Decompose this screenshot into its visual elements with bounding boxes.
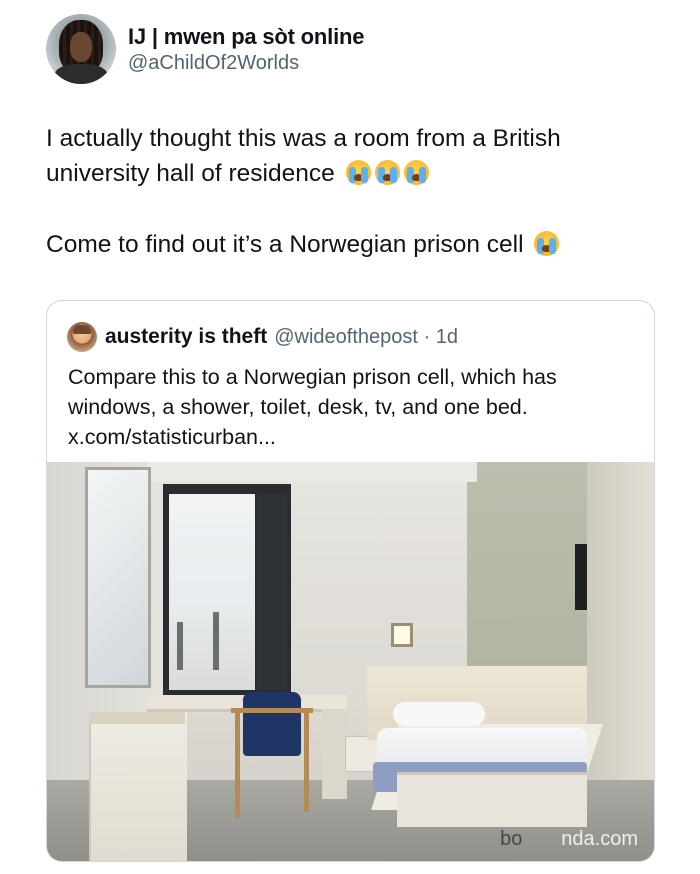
quoted-author-handle[interactable]: @wideofthepost · 1d bbox=[274, 326, 458, 349]
tweet-line-1-text: I actually thought this was a room from … bbox=[46, 125, 561, 187]
quoted-author-name[interactable]: austerity is theft bbox=[105, 325, 267, 349]
quoted-author-avatar[interactable] bbox=[67, 322, 97, 352]
author-avatar[interactable] bbox=[46, 14, 116, 84]
tweet-header: IJ | mwen pa sòt online @aChildOf2Worlds bbox=[46, 13, 364, 85]
quoted-tweet-header: austerity is theft @wideofthepost · 1d bbox=[67, 322, 458, 352]
loudly-crying-face-icon bbox=[534, 231, 560, 256]
prison-cell-photo[interactable]: bo nda.com bbox=[47, 462, 654, 861]
boredpanda-watermark: bo nda.com bbox=[500, 828, 638, 850]
author-display-name[interactable]: IJ | mwen pa sòt online bbox=[128, 23, 364, 50]
tweet-line-2-text: Come to find out it’s a Norwegian prison… bbox=[46, 231, 524, 258]
loudly-crying-face-icon bbox=[403, 160, 429, 185]
loudly-crying-face-icon bbox=[374, 160, 400, 185]
author-names: IJ | mwen pa sòt online @aChildOf2Worlds bbox=[128, 23, 364, 76]
loudly-crying-face-icon bbox=[345, 160, 371, 185]
quoted-tweet-text: Compare this to a Norwegian prison cell,… bbox=[68, 365, 557, 449]
tweet-paragraph-1: I actually thought this was a room from … bbox=[46, 121, 656, 191]
quoted-tweet-card[interactable]: austerity is theft @wideofthepost · 1d C… bbox=[46, 300, 655, 862]
tweet-paragraph-2: Come to find out it’s a Norwegian prison… bbox=[46, 227, 656, 262]
tweet-body: I actually thought this was a room from … bbox=[46, 121, 656, 262]
author-handle[interactable]: @aChildOf2Worlds bbox=[128, 51, 364, 76]
